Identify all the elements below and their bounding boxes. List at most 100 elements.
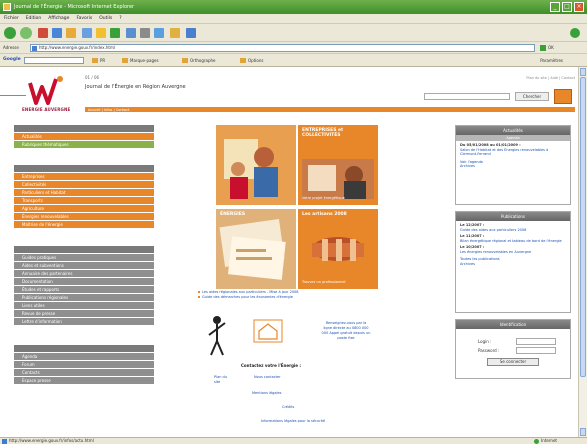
home-icon[interactable] — [66, 28, 76, 38]
menu-tools[interactable]: Outils — [99, 14, 112, 23]
publication-link[interactable]: Bilan énergétique régional et tableau de… — [460, 239, 566, 244]
news-box-header: Actualités — [456, 126, 570, 135]
publication-link[interactable]: Les énergies renouvelables en Auvergne — [460, 250, 566, 255]
print-icon[interactable] — [140, 28, 150, 38]
edit-icon[interactable] — [154, 28, 164, 38]
refresh-icon[interactable] — [52, 28, 62, 38]
site-logo-icon[interactable] — [26, 73, 66, 109]
menu-favorites[interactable]: Favoris — [76, 14, 92, 23]
tile-energies[interactable]: ÉNERGIES — [216, 209, 296, 289]
publication-link[interactable]: Guide des aides aux particuliers 2008 — [460, 228, 566, 233]
nav-item[interactable]: Entreprises — [14, 173, 154, 181]
footer-link[interactable]: Nous contacter — [254, 375, 281, 380]
center-link[interactable]: Guide des démarches pour les économies d… — [198, 295, 374, 300]
go-button[interactable]: OK — [540, 44, 568, 52]
menu-help[interactable]: ? — [119, 14, 121, 23]
footer-link[interactable]: Crédits — [282, 405, 294, 410]
footer-link[interactable]: Informations légales pour la sécurité — [248, 419, 338, 424]
stop-icon[interactable] — [38, 28, 48, 38]
login-box: Identification Login : Password : Se con… — [455, 319, 571, 379]
maximize-icon[interactable]: □ — [562, 2, 572, 12]
band-links[interactable]: Accueil | Infos | Contact — [88, 108, 129, 112]
messenger-icon[interactable] — [186, 28, 196, 38]
scroll-thumb[interactable] — [580, 77, 586, 377]
nav-item[interactable]: Liens utiles — [14, 302, 154, 310]
links-item-options[interactable]: Options — [240, 57, 263, 64]
password-label: Password : — [478, 348, 500, 353]
tile-artisans[interactable]: Les artisans 2008 Trouvez un professionn… — [298, 209, 378, 289]
publications-box-body: Le 12/2007 : Guide des aides aux particu… — [456, 221, 570, 268]
scroll-down-icon[interactable] — [580, 428, 586, 436]
links-item-bookmarks[interactable]: Marque-pages — [122, 57, 159, 64]
family-photo-icon — [216, 125, 296, 205]
site-title: Journal de l'Énergie en Région Auvergne — [85, 84, 186, 90]
nav-item[interactable]: Revue de presse — [14, 310, 154, 318]
address-value: http://www.energie.gouv.fr/index.html — [39, 45, 115, 50]
favorites-icon[interactable] — [96, 28, 106, 38]
bullet-icon — [198, 296, 200, 298]
nav-item[interactable]: Études et rapports — [14, 286, 154, 294]
close-icon[interactable]: × — [574, 2, 584, 12]
forward-icon[interactable] — [20, 27, 32, 39]
nav-item[interactable]: Contacts — [14, 369, 154, 377]
footer-link[interactable]: Mentions légales — [252, 391, 281, 396]
nav-item[interactable]: Particuliers et Habitat — [14, 189, 154, 197]
login-label: Login : — [478, 339, 492, 344]
nav-item[interactable]: Maîtrise de l'énergie — [14, 221, 154, 229]
nav-item[interactable]: Transports — [14, 197, 154, 205]
nav-item[interactable]: Agenda — [14, 353, 154, 361]
news-box: Actualités Agenda Du 05/01/2008 au 01/01… — [455, 125, 571, 205]
nav-band: Accueil | Infos | Contact — [85, 107, 575, 112]
nav-item[interactable]: Publications régionales — [14, 294, 154, 302]
mail-icon[interactable] — [126, 28, 136, 38]
top-links[interactable]: Plan du site | Aide | Contact — [430, 76, 575, 80]
bullet-icon — [198, 291, 200, 293]
nav-item[interactable]: Collectivités — [14, 181, 154, 189]
login-button[interactable]: Se connecter — [487, 358, 539, 366]
nav-item[interactable]: Forum — [14, 361, 154, 369]
google-search-input[interactable] — [24, 57, 84, 64]
left-nav: Actualités Rubriques thématiques Entrepr… — [14, 125, 154, 437]
nav-block-themes: Entreprises Collectivités Particuliers e… — [14, 165, 154, 229]
settings-link[interactable]: Paramètres — [540, 57, 563, 64]
search-icon[interactable] — [82, 28, 92, 38]
links-item-pr[interactable]: PR — [92, 57, 105, 64]
tile-family[interactable] — [216, 125, 296, 205]
links-item-spell[interactable]: Orthographe — [182, 57, 216, 64]
back-icon[interactable] — [4, 27, 16, 39]
scroll-up-icon[interactable] — [580, 68, 586, 76]
news-link[interactable]: Salon de l'Habitat et des Énergies renou… — [460, 148, 566, 157]
nav-item-topics[interactable]: Rubriques thématiques — [14, 141, 154, 149]
nav-item[interactable]: Documentation — [14, 278, 154, 286]
vertical-scrollbar[interactable] — [578, 67, 587, 437]
publications-archives-link[interactable]: Archives — [460, 262, 566, 267]
history-icon[interactable] — [110, 28, 120, 38]
address-input[interactable]: http://www.energie.gouv.fr/index.html — [30, 44, 535, 52]
nav-block-resources: Guides pratiques Aides et subventions An… — [14, 246, 154, 326]
partner-logo-icon[interactable] — [554, 89, 572, 104]
tile-companies[interactable]: ENTREPRISES et COLLECTIVITÉS Votre proje… — [298, 125, 378, 205]
password-input[interactable] — [516, 347, 556, 354]
login-input[interactable] — [516, 338, 556, 345]
nav-item[interactable]: Lettre d'information — [14, 318, 154, 326]
site-search-input[interactable] — [424, 93, 510, 100]
nav-item[interactable]: Annuaire des partenaires — [14, 270, 154, 278]
nav-item[interactable]: Énergies renouvelables — [14, 213, 154, 221]
minimize-icon[interactable]: _ — [550, 2, 560, 12]
menu-view[interactable]: Affichage — [48, 14, 69, 23]
menu-file[interactable]: Fichier — [4, 14, 19, 23]
phone-block[interactable]: Renseignez-vous par la ligne directe au … — [321, 321, 371, 341]
window-title: Journal de l'Énergie - Microsoft Interne… — [14, 4, 135, 10]
footer-link[interactable]: Plan du site — [214, 375, 234, 385]
nav-item[interactable]: Aides et subventions — [14, 262, 154, 270]
menu-edit[interactable]: Edition — [26, 14, 42, 23]
nav-item-news[interactable]: Actualités — [14, 133, 154, 141]
status-bar: http://www.energie.gouv.fr/infos/actu.ht… — [0, 437, 587, 444]
folder-icon[interactable] — [170, 28, 180, 38]
nav-item[interactable]: Guides pratiques — [14, 254, 154, 262]
publications-box: Publications Le 12/2007 : Guide des aide… — [455, 211, 571, 313]
nav-item[interactable]: Agriculture — [14, 205, 154, 213]
nav-item[interactable]: Espace presse — [14, 377, 154, 385]
archives-link[interactable]: Archives — [460, 164, 566, 169]
site-search-button[interactable]: Chercher — [515, 92, 549, 101]
